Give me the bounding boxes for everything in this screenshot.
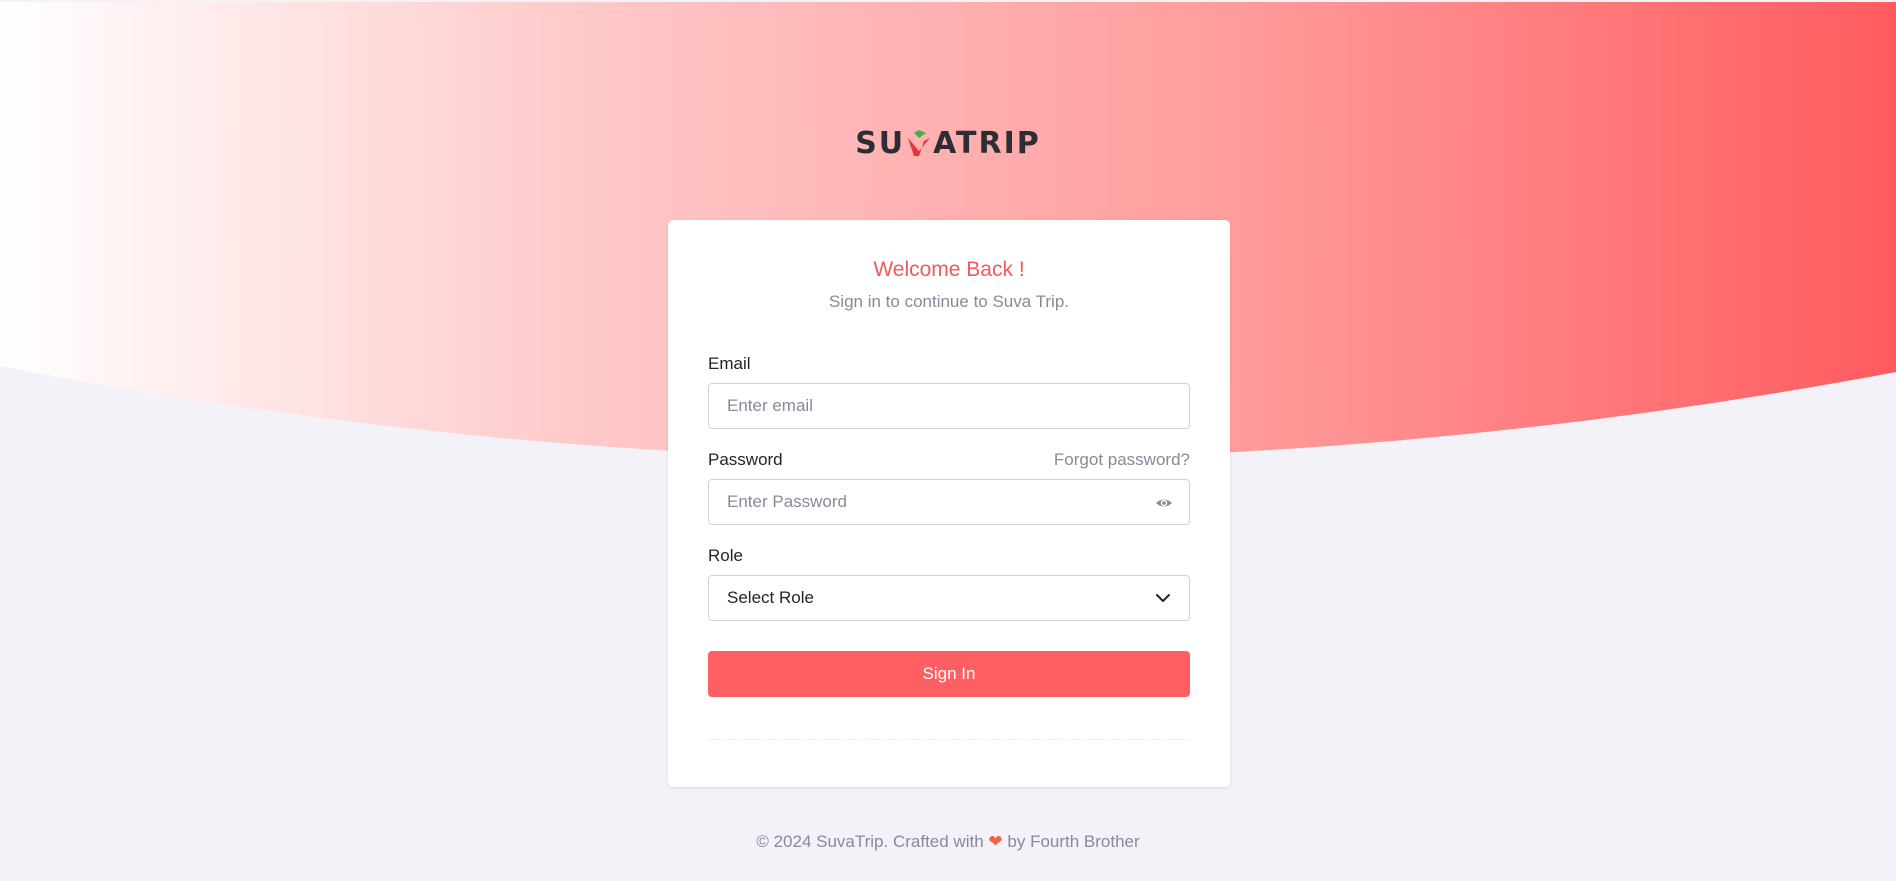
chevron-down-icon: [1155, 588, 1171, 608]
sign-in-button[interactable]: Sign In: [708, 651, 1190, 697]
password-field[interactable]: [708, 479, 1190, 525]
role-label: Role: [708, 546, 743, 565]
login-subtitle: Sign in to continue to Suva Trip.: [828, 292, 1070, 311]
footer-text-prefix: © 2024 SuvaTrip. Crafted with: [756, 832, 984, 851]
forgot-password-link[interactable]: Forgot password?: [1054, 450, 1190, 470]
email-field[interactable]: [708, 383, 1190, 429]
logo-text-left: SU: [855, 126, 906, 161]
role-select-value: Select Role: [727, 588, 814, 607]
login-card: Welcome Back ! Sign in to continue to Su…: [668, 220, 1230, 787]
logo-mark-icon: [906, 129, 932, 159]
login-title: Welcome Back !: [873, 258, 1025, 281]
heart-icon: ❤: [988, 832, 1003, 851]
card-divider: [708, 739, 1190, 740]
password-input[interactable]: [727, 492, 1171, 512]
role-select[interactable]: Select Role: [708, 575, 1190, 621]
eye-icon[interactable]: [1155, 495, 1173, 511]
brand-logo[interactable]: SU ATRIP: [0, 126, 1896, 161]
email-label: Email: [708, 354, 751, 373]
logo-text-right: ATRIP: [933, 126, 1041, 161]
footer-text-suffix: by Fourth Brother: [1007, 832, 1140, 851]
footer-copyright: © 2024 SuvaTrip. Crafted with ❤ by Fourt…: [0, 832, 1896, 852]
password-label: Password: [708, 450, 783, 469]
email-input[interactable]: [727, 396, 1171, 416]
